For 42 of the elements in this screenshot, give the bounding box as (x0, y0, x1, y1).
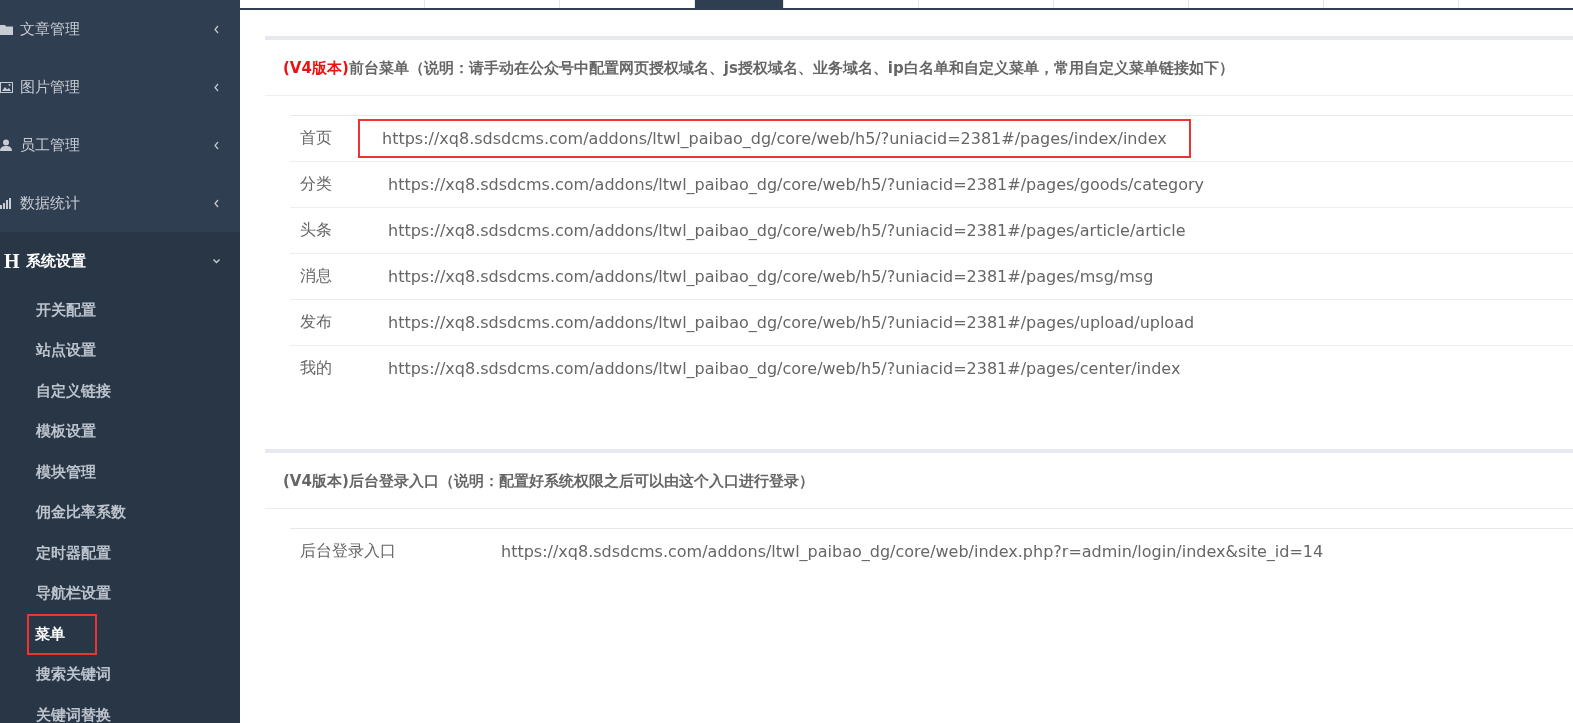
nav-item[interactable]: 图片管理 (0, 58, 240, 116)
submenu-item[interactable]: 站点设置 (0, 330, 240, 371)
letter-icon: H (4, 249, 20, 273)
link-name: 分类 (299, 174, 333, 195)
tab[interactable] (695, 0, 784, 8)
link-url: https://xq8.sdsdcms.com/addons/ltwl_paibao_dg/core/web/h5/?uniacid=2381#/pages/upload/upload (387, 312, 1196, 334)
submenu-item[interactable]: 佣金比率系数 (0, 492, 240, 533)
picture-icon (0, 81, 13, 93)
link-url: https://xq8.sdsdcms.com/addons/ltwl_paibao_dg/core/web/h5/?uniacid=2381#/pages/goods/category (387, 174, 1206, 196)
nav-item[interactable]: 员工管理 (0, 116, 240, 174)
link-name: 头条 (299, 220, 333, 241)
link-name: 消息 (299, 266, 333, 287)
link-name: 首页 (299, 128, 333, 149)
link-url: https://xq8.sdsdcms.com/addons/ltwl_paibao_dg/core/web/h5/?uniacid=2381#/pages/center/index (387, 358, 1182, 380)
submenu-item[interactable]: 菜单 (27, 614, 97, 655)
chevron-icon (213, 140, 220, 150)
link-name: 我的 (299, 358, 333, 379)
user-icon (0, 139, 12, 151)
submenu-item[interactable]: 模块管理 (0, 452, 240, 493)
panel-title: (V4版本)后台登录入口（说明：配置好系统权限之后可以由这个入口进行登录） (283, 472, 814, 490)
submenu-item[interactable]: 自定义链接 (0, 371, 240, 412)
link-name: 后台登录入口 (299, 541, 397, 562)
submenu-item[interactable]: 关键词替换 (0, 695, 240, 723)
submenu-item[interactable]: 搜索关键词 (0, 654, 240, 695)
link-url: https://xq8.sdsdcms.com/addons/ltwl_paibao_dg/core/web/index.php?r=admin/login/index&site_id=14 (500, 541, 1325, 563)
chevron-icon (213, 198, 220, 208)
chevron-icon (213, 256, 220, 266)
bar-chart-icon (0, 197, 12, 209)
submenu-item[interactable]: 定时器配置 (0, 533, 240, 574)
nav-item[interactable]: 数据统计 (0, 174, 240, 232)
folder-icon (0, 23, 13, 35)
link-url: https://xq8.sdsdcms.com/addons/ltwl_paibao_dg/core/web/h5/?uniacid=2381#/pages/index/index (360, 121, 1189, 156)
nav-item[interactable]: 文章管理 (0, 0, 240, 58)
chevron-icon (213, 24, 220, 34)
submenu-item[interactable]: 模板设置 (0, 411, 240, 452)
link-name: 发布 (299, 312, 333, 333)
submenu-item[interactable]: 导航栏设置 (0, 573, 240, 614)
panel-title: (V4版本)前台菜单（说明：请手动在公众号中配置网页授权域名、js授权域名、业务域名、ip白名单和自定义菜单，常用自定义菜单链接如下） (283, 59, 1234, 77)
submenu-item[interactable]: 开关配置 (0, 290, 240, 331)
link-url: https://xq8.sdsdcms.com/addons/ltwl_paibao_dg/core/web/h5/?uniacid=2381#/pages/msg/msg (387, 266, 1155, 288)
link-url: https://xq8.sdsdcms.com/addons/ltwl_paibao_dg/core/web/h5/?uniacid=2381#/pages/article/article (387, 220, 1187, 242)
chevron-icon (213, 82, 220, 92)
